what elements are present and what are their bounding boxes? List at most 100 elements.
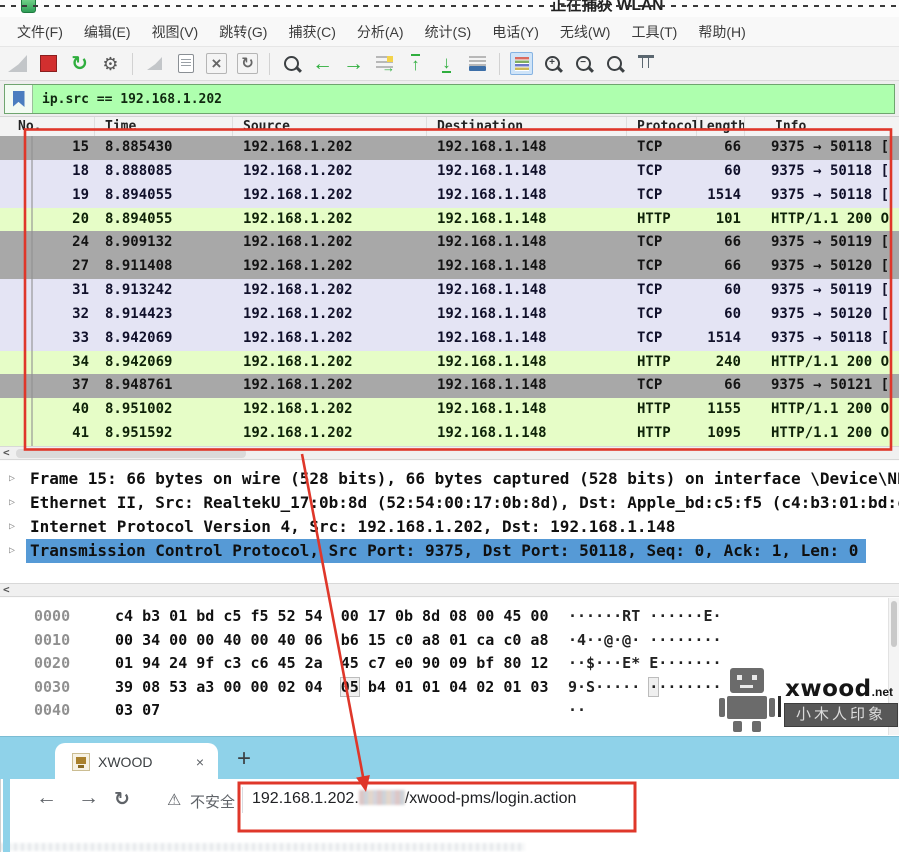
expander-icon[interactable]: ▷ [9,467,15,491]
scrollbar-thumb[interactable] [891,601,897,647]
glyph: ⚙ [102,55,118,73]
faint-watermark-strip [0,843,525,851]
detail-row[interactable]: ▷Transmission Control Protocol, Src Port… [0,539,899,563]
url-bar[interactable]: 192.168.1.202./xwood-pms/login.action [252,790,576,808]
packet-row[interactable]: 348.942069192.168.1.202192.168.1.148HTTP… [0,351,899,375]
clipped-window-border [0,5,899,7]
menu-item[interactable]: 分析(A) [357,22,404,42]
menu-item[interactable]: 捕获(C) [288,22,335,42]
menu-item[interactable]: 电话(Y) [492,22,539,42]
column-header[interactable]: Source [233,117,427,136]
hex-offset: 0040 [34,699,88,723]
hex-row[interactable]: 0000c4 b3 01 bd c5 f5 52 54 00 17 0b 8d … [0,605,899,629]
go-back-icon[interactable]: ← [311,52,334,75]
find-packet-icon[interactable] [280,52,303,75]
reload-icon[interactable]: ↻ [114,788,130,811]
magnifier-shape: + [544,55,562,73]
browser-tab[interactable]: XWOOD × [55,743,218,780]
details-hscrollbar[interactable]: < [0,583,899,597]
menu-item[interactable]: 视图(V) [152,22,199,42]
packet-row[interactable]: 328.914423192.168.1.202192.168.1.148TCP6… [0,303,899,327]
close-capture-icon[interactable]: × [205,52,228,75]
packet-row[interactable]: 198.894055192.168.1.202192.168.1.148TCP1… [0,184,899,208]
packet-row[interactable]: 188.888085192.168.1.202192.168.1.148TCP6… [0,160,899,184]
not-secure-warning-icon[interactable]: ⚠ [167,790,181,810]
zoom-out-icon[interactable]: − [572,52,595,75]
hex-row[interactable]: 001000 34 00 00 40 00 40 06 b6 15 c0 a8 … [0,629,899,653]
packet-cell: 192.168.1.202 [233,351,427,375]
expander-icon[interactable]: ▷ [9,539,15,563]
scrollbar-thumb[interactable] [16,449,246,458]
menu-item[interactable]: 无线(W) [560,22,611,42]
glyph: → [343,53,364,74]
save-capture-icon[interactable] [174,52,197,75]
packet-list-hscrollbar[interactable]: < [0,446,899,460]
packet-row[interactable]: 278.911408192.168.1.202192.168.1.148TCP6… [0,255,899,279]
packet-cell: 8.888085 [95,160,233,184]
column-header[interactable]: No. [0,117,95,136]
menu-item[interactable]: 帮助(H) [698,22,745,42]
packet-cell: HTTP [627,351,697,375]
packet-row[interactable]: 208.894055192.168.1.202192.168.1.148HTTP… [0,208,899,232]
menu-item[interactable]: 统计(S) [425,22,472,42]
column-header[interactable]: Info [745,117,899,136]
screenshot-root: 正在捕获 WLAN 文件(F)编辑(E)视图(V)跳转(G)捕获(C)分析(A)… [0,0,899,852]
display-filter-field[interactable]: ip.src == 192.168.1.202 [4,84,895,114]
filter-bookmark-button[interactable] [5,85,33,113]
packet-row[interactable]: 408.951002192.168.1.202192.168.1.148HTTP… [0,398,899,422]
menu-item[interactable]: 编辑(E) [84,22,131,42]
zoom-in-icon[interactable]: + [541,52,564,75]
zoom-reset-icon[interactable] [603,52,626,75]
packet-row[interactable]: 338.942069192.168.1.202192.168.1.148TCP1… [0,327,899,351]
new-tab-button[interactable]: + [230,743,258,775]
packet-row[interactable]: 248.909132192.168.1.202192.168.1.148TCP6… [0,231,899,255]
column-header[interactable]: Time [95,117,233,136]
filter-input[interactable]: ip.src == 192.168.1.202 [33,92,222,107]
menu-item[interactable]: 文件(F) [17,22,63,42]
menu-item[interactable]: 工具(T) [631,22,677,42]
scroll-left-arrow[interactable]: < [3,584,10,596]
expander-icon[interactable]: ▷ [9,515,15,539]
scroll-left-arrow[interactable]: < [3,447,10,459]
detail-row[interactable]: ▷Frame 15: 66 bytes on wire (528 bits), … [0,467,899,491]
packet-cell: 9375 → 50121 [ [745,374,899,398]
forward-icon[interactable]: → [78,786,99,810]
hex-offset: 0000 [34,605,88,629]
capture-start-icon[interactable] [6,52,29,75]
detail-row[interactable]: ▷Internet Protocol Version 4, Src: 192.1… [0,515,899,539]
packet-row[interactable]: 378.948761192.168.1.202192.168.1.148TCP6… [0,374,899,398]
capture-options-icon[interactable]: ⚙ [99,52,122,75]
packet-cell: HTTP [627,398,697,422]
column-header[interactable]: Protocol [627,117,697,136]
capture-stop-icon[interactable] [37,52,60,75]
go-to-packet-icon[interactable] [373,52,396,75]
hex-bytes-post: b4 01 01 04 02 01 03 [359,678,549,696]
capture-restart-icon[interactable]: ↻ [68,52,91,75]
resize-columns-icon[interactable] [634,52,657,75]
go-forward-icon[interactable]: → [342,52,365,75]
back-icon[interactable]: ← [36,786,57,810]
column-header[interactable]: Destination [427,117,627,136]
expander-icon[interactable]: ▷ [9,491,15,515]
packet-cell: 192.168.1.202 [233,160,427,184]
detail-row[interactable]: ▷Ethernet II, Src: RealtekU_17:0b:8d (52… [0,491,899,515]
column-header[interactable]: Length [697,117,745,136]
auto-scroll-icon[interactable] [466,52,489,75]
packet-cell: 240 [697,351,745,375]
packet-cell: HTTP [627,208,697,232]
open-capture-icon[interactable] [143,52,166,75]
toolbar-separator [499,53,500,75]
colorize-packets-icon[interactable] [510,52,533,75]
packet-cell: HTTP/1.1 200 O [745,422,899,446]
brand-text: xwood [785,676,872,702]
packet-row[interactable]: 158.885430192.168.1.202192.168.1.148TCP6… [0,136,899,160]
packet-cell: 192.168.1.202 [233,374,427,398]
go-last-packet-icon[interactable]: ↓ [435,52,458,75]
packet-row[interactable]: 418.951592192.168.1.202192.168.1.148HTTP… [0,422,899,446]
tab-close-icon[interactable]: × [196,754,204,770]
menu-item[interactable]: 跳转(G) [219,22,267,42]
packet-list-header[interactable]: No.TimeSourceDestinationProtocolLengthIn… [0,117,899,137]
go-first-packet-icon[interactable]: ↑ [404,52,427,75]
packet-row[interactable]: 318.913242192.168.1.202192.168.1.148TCP6… [0,279,899,303]
reload-capture-icon[interactable]: ↻ [236,52,259,75]
